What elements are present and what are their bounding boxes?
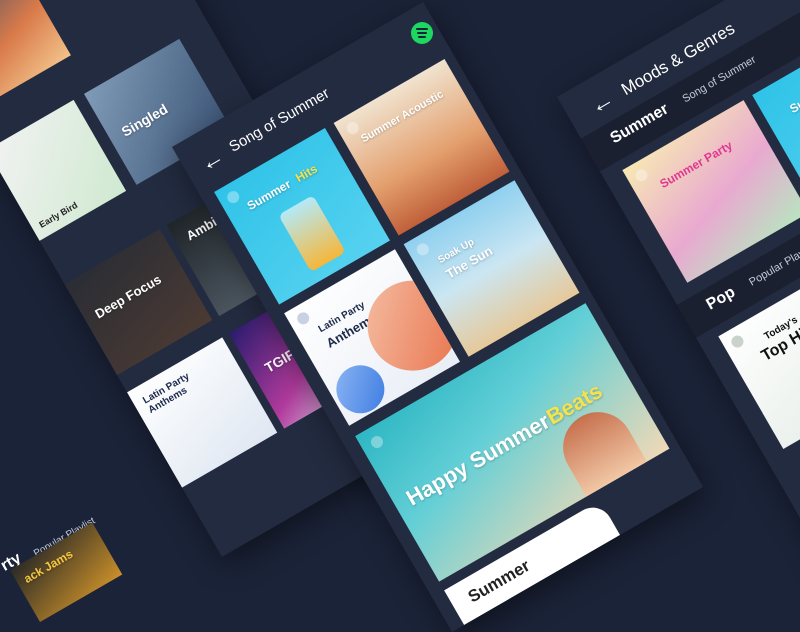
pop-section-subtitle: Popular Playlis bbox=[747, 241, 800, 289]
tile-title: Summer Party bbox=[657, 138, 735, 191]
spotify-badge-icon bbox=[633, 167, 650, 184]
tile-title: Summe bbox=[787, 82, 800, 116]
tile-title: Deep Focus bbox=[92, 271, 164, 322]
tile-title: Summer Acoustic bbox=[358, 88, 446, 146]
spotify-badge-icon bbox=[414, 241, 431, 258]
tile-title-b: Hits bbox=[293, 161, 320, 186]
blue-circle bbox=[327, 356, 394, 423]
tile-title: Singled bbox=[118, 100, 171, 140]
pop-section-title: Pop bbox=[703, 283, 739, 314]
drink-illustration bbox=[278, 194, 346, 273]
spotify-badge-icon bbox=[368, 433, 386, 451]
spotify-badge-icon bbox=[295, 310, 312, 327]
tile-title: ack Jams bbox=[21, 546, 76, 586]
tile-title-a: Happy Summer bbox=[401, 408, 555, 511]
playlist-tile-sunset[interactable] bbox=[0, 0, 71, 116]
spotify-badge-icon bbox=[729, 333, 746, 350]
playlist-tile-jams[interactable]: ack Jams bbox=[10, 522, 123, 622]
back-arrow-icon[interactable]: ← bbox=[585, 85, 620, 121]
tile-title-a: Summer bbox=[244, 176, 294, 214]
spotify-badge-icon bbox=[225, 188, 242, 206]
spotify-logo-icon bbox=[411, 22, 433, 44]
back-arrow-icon[interactable]: ← bbox=[195, 143, 230, 179]
tile-title: Latin Party Anthems bbox=[141, 371, 192, 416]
tile-title: Early Bird bbox=[37, 199, 80, 230]
